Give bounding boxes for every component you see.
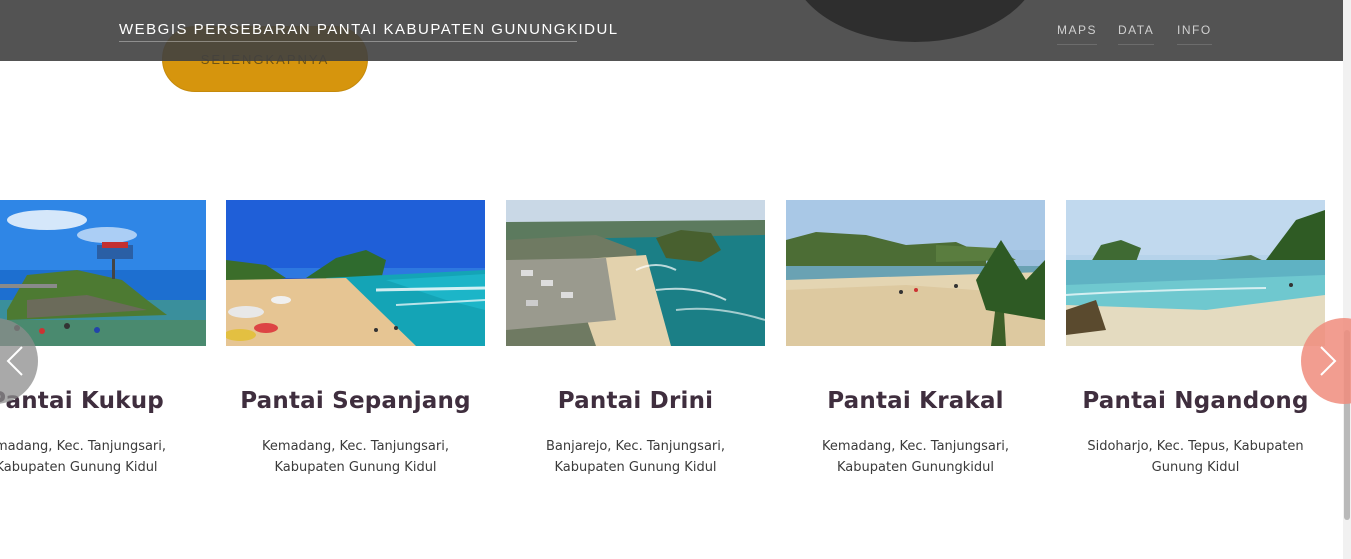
beach-address: Kemadang, Kec. Tanjungsari, Kabupaten Gu… [216, 436, 495, 478]
beach-address: emadang, Kec. Tanjungsari, Kabupaten Gun… [0, 436, 216, 478]
beach-address: Sidoharjo, Kec. Tepus, Kabupaten Gunung … [1056, 436, 1335, 478]
chevron-right-icon [1320, 346, 1337, 376]
beach-address: Banjarejo, Kec. Tanjungsari, Kabupaten G… [496, 436, 775, 478]
beach-photo-kukup[interactable] [0, 200, 206, 346]
address-line: emadang, Kec. Tanjungsari, [0, 439, 167, 454]
beach-title: Pantai Drini [557, 388, 714, 414]
address-line: Kabupaten Gunungkidul [837, 460, 994, 475]
address-line: Sidoharjo, Kec. Tepus, Kabupaten [1087, 439, 1304, 454]
beach-card-sepanjang[interactable]: Pantai Sepanjang Kemadang, Kec. Tanjungs… [226, 200, 485, 490]
nav-link-info[interactable]: INFO [1177, 23, 1212, 45]
address-line: Kabupaten Gunung Kidul [0, 460, 158, 475]
beach-photo-krakal[interactable] [786, 200, 1045, 346]
address-line: Kemadang, Kec. Tanjungsari, [822, 439, 1009, 454]
address-line: Kemadang, Kec. Tanjungsari, [262, 439, 449, 454]
beach-title: Pantai Ngandong [1082, 388, 1309, 414]
beach-title: Pantai Kukup [0, 388, 164, 414]
beach-address: Kemadang, Kec. Tanjungsari, Kabupaten Gu… [776, 436, 1055, 478]
beach-card-ngandong[interactable]: Pantai Ngandong Sidoharjo, Kec. Tepus, K… [1066, 200, 1325, 490]
site-brand[interactable]: WEBGIS PERSEBARAN PANTAI KABUPATEN GUNUN… [119, 21, 619, 38]
beach-card-drini[interactable]: Pantai Drini Banjarejo, Kec. Tanjungsari… [506, 200, 765, 490]
beach-card-krakal[interactable]: Pantai Krakal Kemadang, Kec. Tanjungsari… [786, 200, 1045, 490]
page-scrollbar[interactable] [1343, 0, 1351, 559]
chevron-left-icon [6, 346, 23, 376]
address-line: Kabupaten Gunung Kidul [554, 460, 717, 475]
nav-link-data[interactable]: DATA [1118, 23, 1155, 45]
beach-photo-drini[interactable] [506, 200, 765, 346]
beach-photo-sepanjang[interactable] [226, 200, 485, 346]
brand-underline [119, 41, 577, 42]
beach-title: Pantai Sepanjang [240, 388, 471, 414]
address-line: Kabupaten Gunung Kidul [274, 460, 437, 475]
beach-title: Pantai Krakal [827, 388, 1004, 414]
address-line: Gunung Kidul [1151, 460, 1240, 475]
beach-photo-ngandong[interactable] [1066, 200, 1325, 346]
address-line: Banjarejo, Kec. Tanjungsari, [545, 439, 726, 454]
nav-link-maps[interactable]: MAPS [1057, 23, 1098, 45]
